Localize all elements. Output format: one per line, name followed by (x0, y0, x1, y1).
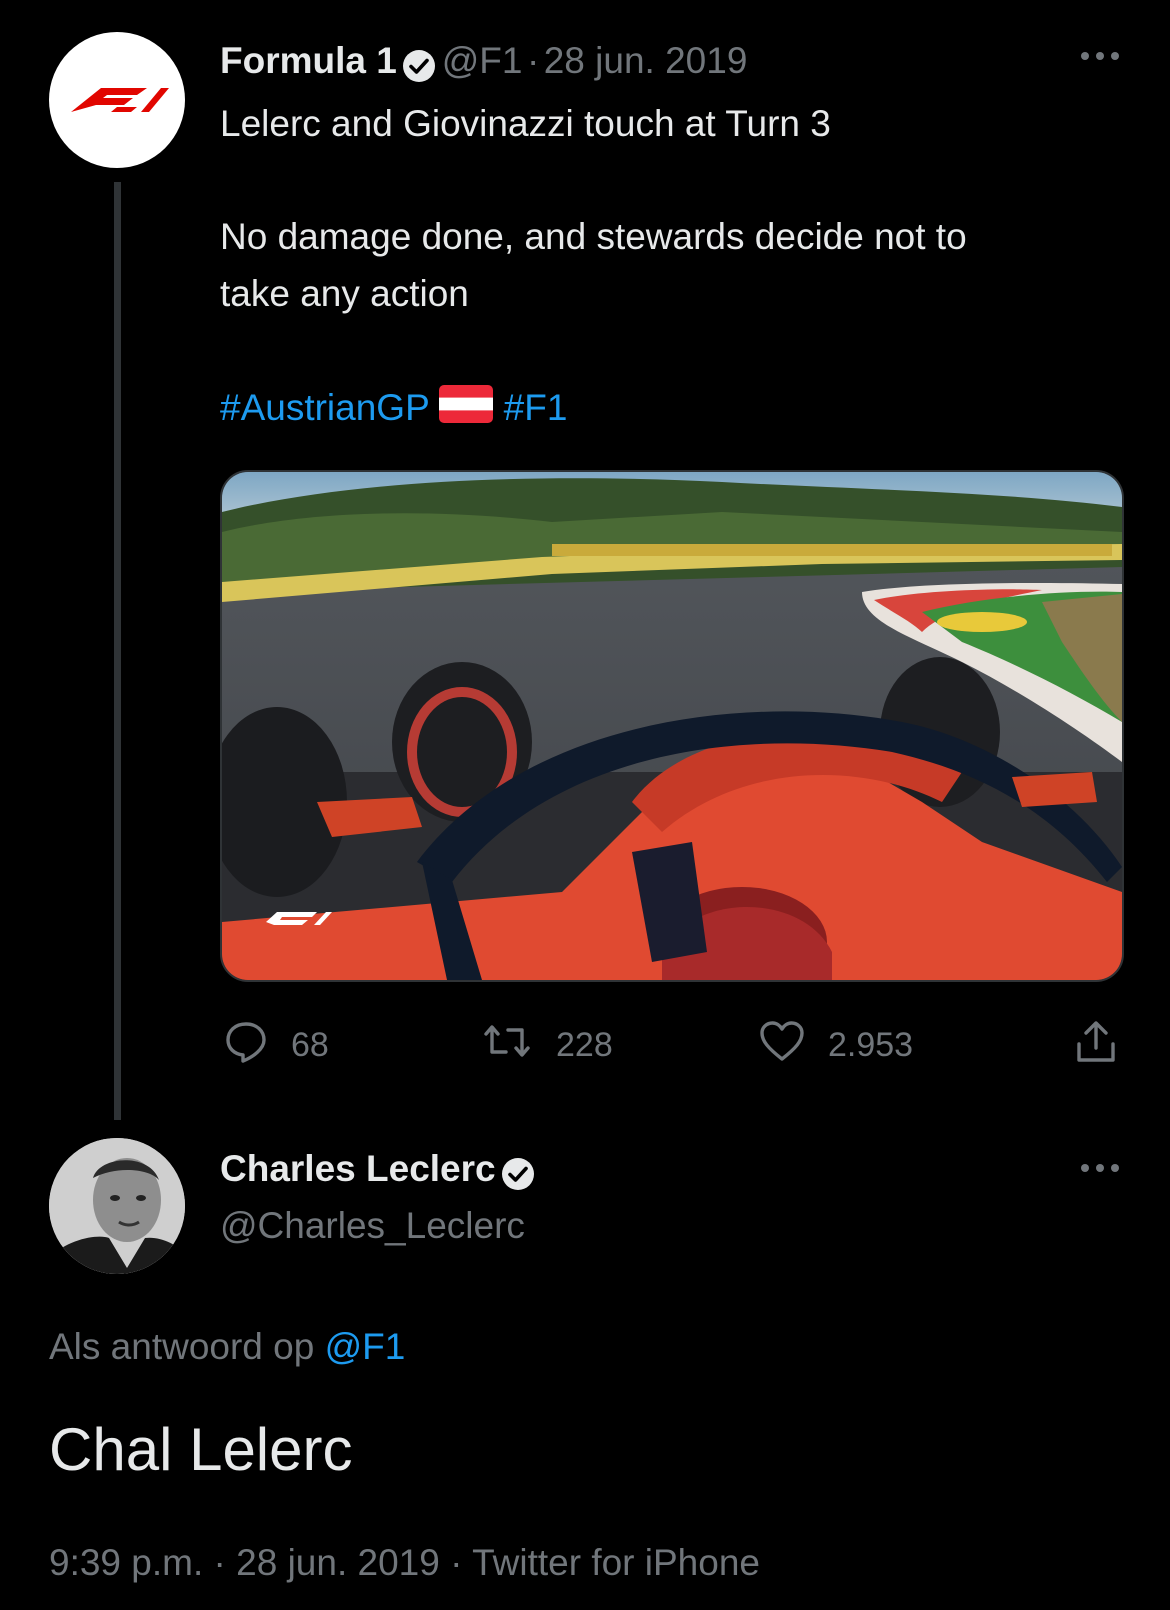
retweet-icon (480, 1018, 534, 1073)
verified-badge-icon (401, 48, 437, 89)
reply-meta: 9:39 p.m. · 28 jun. 2019 · Twitter for i… (49, 1542, 760, 1584)
retweet-count: 228 (556, 1026, 613, 1064)
reply-author-handle[interactable]: @Charles_Leclerc (220, 1205, 525, 1247)
thread-line (114, 182, 121, 1120)
reply-time[interactable]: 9:39 p.m. (49, 1542, 203, 1583)
meta-separator: · (213, 1542, 226, 1583)
like-action[interactable]: 2.953 (758, 1018, 913, 1073)
author-handle[interactable]: @F1 (442, 40, 523, 81)
onboard-video-image (222, 472, 1122, 980)
meta-separator: · (450, 1542, 463, 1583)
tweet-media[interactable] (220, 470, 1124, 982)
f1-avatar[interactable] (49, 32, 185, 168)
tweet-line-1: Lelerc and Giovinazzi touch at Turn 3 (220, 103, 831, 144)
hashtag-f1[interactable]: #F1 (504, 387, 568, 428)
hashtags: #AustrianGP #F1 (220, 379, 567, 439)
reply-text: Chal Lelerc (49, 1416, 353, 1483)
header-separator: · (526, 40, 540, 81)
leclerc-avatar[interactable] (49, 1138, 185, 1274)
tweet-line-2: No damage done, and stewards decide not … (220, 216, 967, 257)
replying-to: Als antwoord op @F1 (49, 1326, 405, 1368)
leclerc-portrait-image (49, 1138, 185, 1274)
reply-icon (223, 1018, 269, 1073)
author-name[interactable]: Formula 1 (220, 40, 397, 81)
verified-badge-icon (500, 1156, 536, 1197)
more-icon[interactable] (1078, 48, 1122, 69)
reply-header: Charles Leclerc (220, 1148, 536, 1197)
replying-prefix: Als antwoord op (49, 1326, 315, 1367)
replying-to-handle[interactable]: @F1 (325, 1326, 406, 1367)
reply-count: 68 (291, 1026, 329, 1064)
tweet-header: Formula 1 @F1 · 28 jun. 2019 (220, 40, 747, 89)
more-icon[interactable] (1078, 1160, 1122, 1181)
reply-source[interactable]: Twitter for iPhone (472, 1542, 760, 1583)
hashtag-austriangp[interactable]: #AustrianGP (220, 387, 429, 428)
tweet-date[interactable]: 28 jun. 2019 (544, 40, 748, 81)
share-icon[interactable] (1072, 1018, 1120, 1071)
like-count: 2.953 (828, 1026, 914, 1064)
f1-logo-icon (71, 88, 169, 112)
reply-author-name[interactable]: Charles Leclerc (220, 1148, 496, 1189)
austria-flag-icon (439, 382, 494, 439)
reply-action[interactable]: 68 (223, 1018, 329, 1073)
retweet-action[interactable]: 228 (480, 1018, 613, 1073)
tweet-line-3: take any action (220, 273, 469, 314)
reply-date[interactable]: 28 jun. 2019 (236, 1542, 440, 1583)
heart-icon (758, 1018, 806, 1073)
